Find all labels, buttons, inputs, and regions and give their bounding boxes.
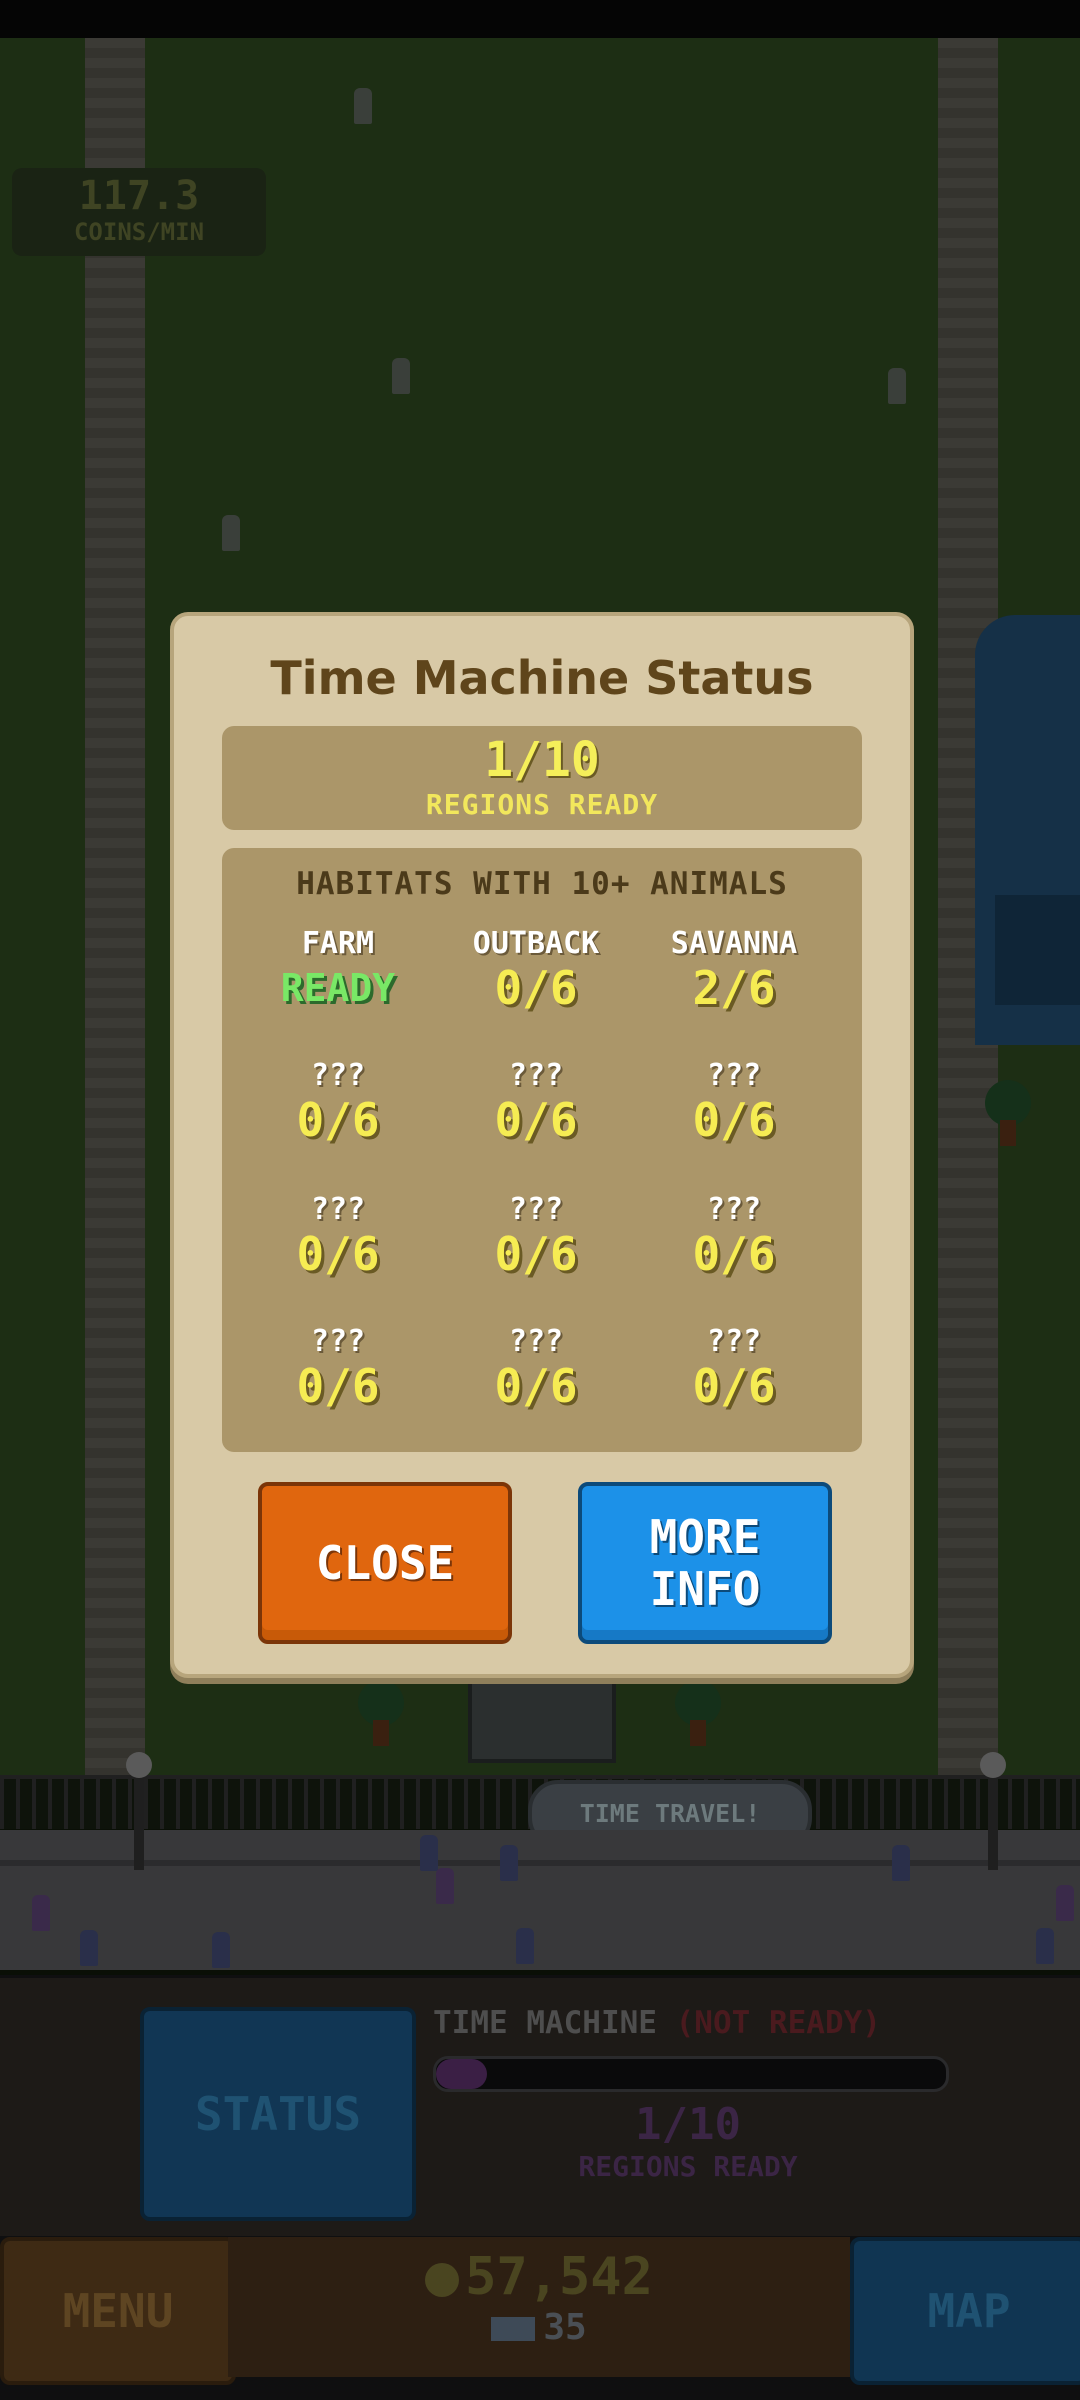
currency-display: 57,542 35 [228, 2237, 850, 2377]
time-machine-sign [468, 1670, 616, 1763]
sidewalk [0, 1830, 1080, 1970]
progress-fill [436, 2059, 487, 2089]
coins-per-min-display: 117.3 COINS/MIN [12, 168, 266, 256]
visitor [222, 515, 240, 551]
habitat-status: READY [280, 966, 396, 1010]
system-status-bar [0, 0, 1080, 38]
map-button[interactable]: MAP [850, 2237, 1080, 2385]
habitat-locked: ??? 0/6 [238, 1058, 438, 1146]
menu-button[interactable]: MENU [0, 2237, 236, 2385]
habitat-progress: 0/6 [692, 1227, 776, 1281]
habitat-name: ??? [706, 1192, 762, 1227]
time-machine-label: TIME MACHINE (NOT READY) [433, 2005, 881, 2041]
habitat-farm: FARM READY [238, 926, 438, 1014]
dialog-title: Time Machine Status [270, 651, 814, 705]
visitor [392, 358, 410, 394]
habitat-name: ??? [508, 1324, 564, 1359]
habitat-name: ??? [706, 1058, 762, 1093]
visitor [516, 1928, 534, 1964]
habitat-locked: ??? 0/6 [634, 1324, 834, 1412]
coins-per-min-label: COINS/MIN [73, 218, 205, 246]
tree [985, 1080, 1031, 1146]
close-button[interactable]: CLOSE [258, 1482, 512, 1644]
visitor [80, 1930, 98, 1966]
habitat-progress: 0/6 [494, 1227, 578, 1281]
more-info-label-line1: MORE [649, 1510, 761, 1564]
hud-regions-label: REGIONS READY [578, 2150, 798, 2183]
habitat-building [975, 615, 1080, 1045]
habitat-locked: ??? 0/6 [436, 1192, 636, 1280]
visitor [212, 1932, 230, 1968]
habitat-name: ??? [508, 1192, 564, 1227]
visitor [1036, 1928, 1054, 1964]
habitat-name: ??? [706, 1324, 762, 1359]
habitats-box: HABITATS WITH 10+ ANIMALS FARM READY OUT… [222, 848, 862, 1452]
coins-per-min-value: 117.3 [78, 173, 200, 219]
habitat-name: ??? [310, 1324, 366, 1359]
habitat-outback: OUTBACK 0/6 [436, 926, 636, 1014]
habitat-progress: 0/6 [692, 1359, 776, 1413]
ticket-icon [491, 2317, 536, 2341]
visitor [1056, 1885, 1074, 1921]
not-ready-label: (NOT READY) [675, 2005, 881, 2041]
habitat-name: ??? [310, 1192, 366, 1227]
more-info-button[interactable]: MORE INFO [578, 1482, 832, 1644]
hud-regions-ready: 1/10 REGIONS READY [433, 2099, 943, 2184]
habitat-name: SAVANNA [670, 926, 798, 961]
visitor [32, 1895, 50, 1931]
coins-value: 57,542 [465, 2247, 653, 2307]
habitat-locked: ??? 0/6 [436, 1324, 636, 1412]
habitat-name: OUTBACK [472, 926, 600, 961]
tickets-value: 35 [543, 2307, 587, 2348]
path-left [85, 38, 145, 1788]
habitat-progress: 0/6 [296, 1227, 380, 1281]
tree [358, 1680, 404, 1746]
habitat-name: ??? [508, 1058, 564, 1093]
habitat-progress: 0/6 [692, 1093, 776, 1147]
visitor [436, 1868, 454, 1904]
regions-ready-label: REGIONS READY [425, 788, 659, 821]
habitat-progress: 0/6 [494, 961, 578, 1015]
street-lamp [980, 1752, 1006, 1870]
habitat-name: FARM [301, 926, 375, 961]
time-machine-progress-bar [433, 2056, 949, 2092]
habitat-progress: 0/6 [296, 1093, 380, 1147]
habitat-progress: 0/6 [494, 1359, 578, 1413]
habitat-progress: 0/6 [494, 1093, 578, 1147]
habitat-locked: ??? 0/6 [238, 1192, 438, 1280]
habitat-locked: ??? 0/6 [634, 1192, 834, 1280]
visitor [892, 1845, 910, 1881]
habitat-savanna: SAVANNA 2/6 [634, 926, 834, 1014]
habitats-header: HABITATS WITH 10+ ANIMALS [296, 866, 788, 902]
more-info-label-line2: INFO [649, 1562, 761, 1616]
regions-ready-count: 1/10 [484, 732, 600, 788]
tree [675, 1680, 721, 1746]
sidewalk-edge [0, 1860, 1080, 1866]
status-button[interactable]: STATUS [140, 2007, 416, 2221]
habitat-name: ??? [310, 1058, 366, 1093]
habitat-progress: 2/6 [692, 961, 776, 1015]
habitat-locked: ??? 0/6 [238, 1324, 438, 1412]
visitor [500, 1845, 518, 1881]
habitat-progress: 0/6 [296, 1359, 380, 1413]
visitor [888, 368, 906, 404]
regions-ready-box: 1/10 REGIONS READY [222, 726, 862, 830]
time-machine-title: TIME MACHINE [433, 2005, 657, 2041]
habitat-locked: ??? 0/6 [436, 1058, 636, 1146]
street-lamp [126, 1752, 152, 1870]
time-machine-status-dialog: Time Machine Status 1/10 REGIONS READY H… [170, 612, 914, 1678]
visitor [354, 88, 372, 124]
hud-regions-count: 1/10 [635, 2099, 741, 2150]
visitor [420, 1835, 438, 1871]
coin-icon [425, 2263, 460, 2297]
habitat-locked: ??? 0/6 [634, 1058, 834, 1146]
